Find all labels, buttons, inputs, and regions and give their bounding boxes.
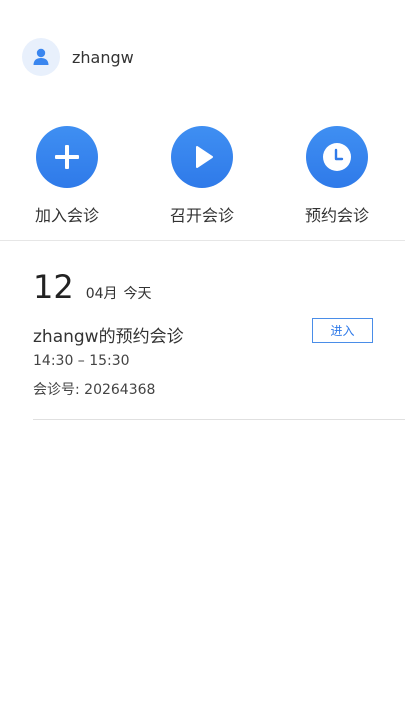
schedule-consultation-button[interactable]: 预约会诊 [287,126,387,226]
section-divider [0,240,405,241]
start-consultation-label: 召开会诊 [169,206,234,225]
date-month: 04月 [85,286,118,302]
user-icon [33,48,49,65]
join-button-circle[interactable] [36,126,98,188]
avatar[interactable] [22,38,60,76]
user-profile[interactable]: zhangw [22,38,134,76]
action-bar: 加入会诊 召开会诊 预约会诊 [0,126,405,226]
meeting-title: zhangw的预约会诊 [33,327,184,347]
schedule-consultation-label: 预约会诊 [304,206,369,225]
date-relative: 今天 [123,286,152,302]
date-header: 12 04月 今天 [33,268,152,306]
clock-icon [323,143,351,171]
schedule-button-circle[interactable] [306,126,368,188]
start-consultation-button[interactable]: 召开会诊 [152,126,252,226]
username: zhangw [72,47,134,67]
meeting-divider [33,419,405,420]
meeting-id: 会诊号: 20264368 [33,382,156,398]
join-consultation-label: 加入会诊 [34,206,99,225]
date-day: 12 [33,268,74,306]
play-icon [196,146,213,168]
meeting-time: 14:30 – 15:30 [33,353,130,369]
join-consultation-button[interactable]: 加入会诊 [17,126,117,226]
start-button-circle[interactable] [171,126,233,188]
enter-meeting-button[interactable]: 进入 [312,318,373,343]
plus-icon [55,145,79,169]
